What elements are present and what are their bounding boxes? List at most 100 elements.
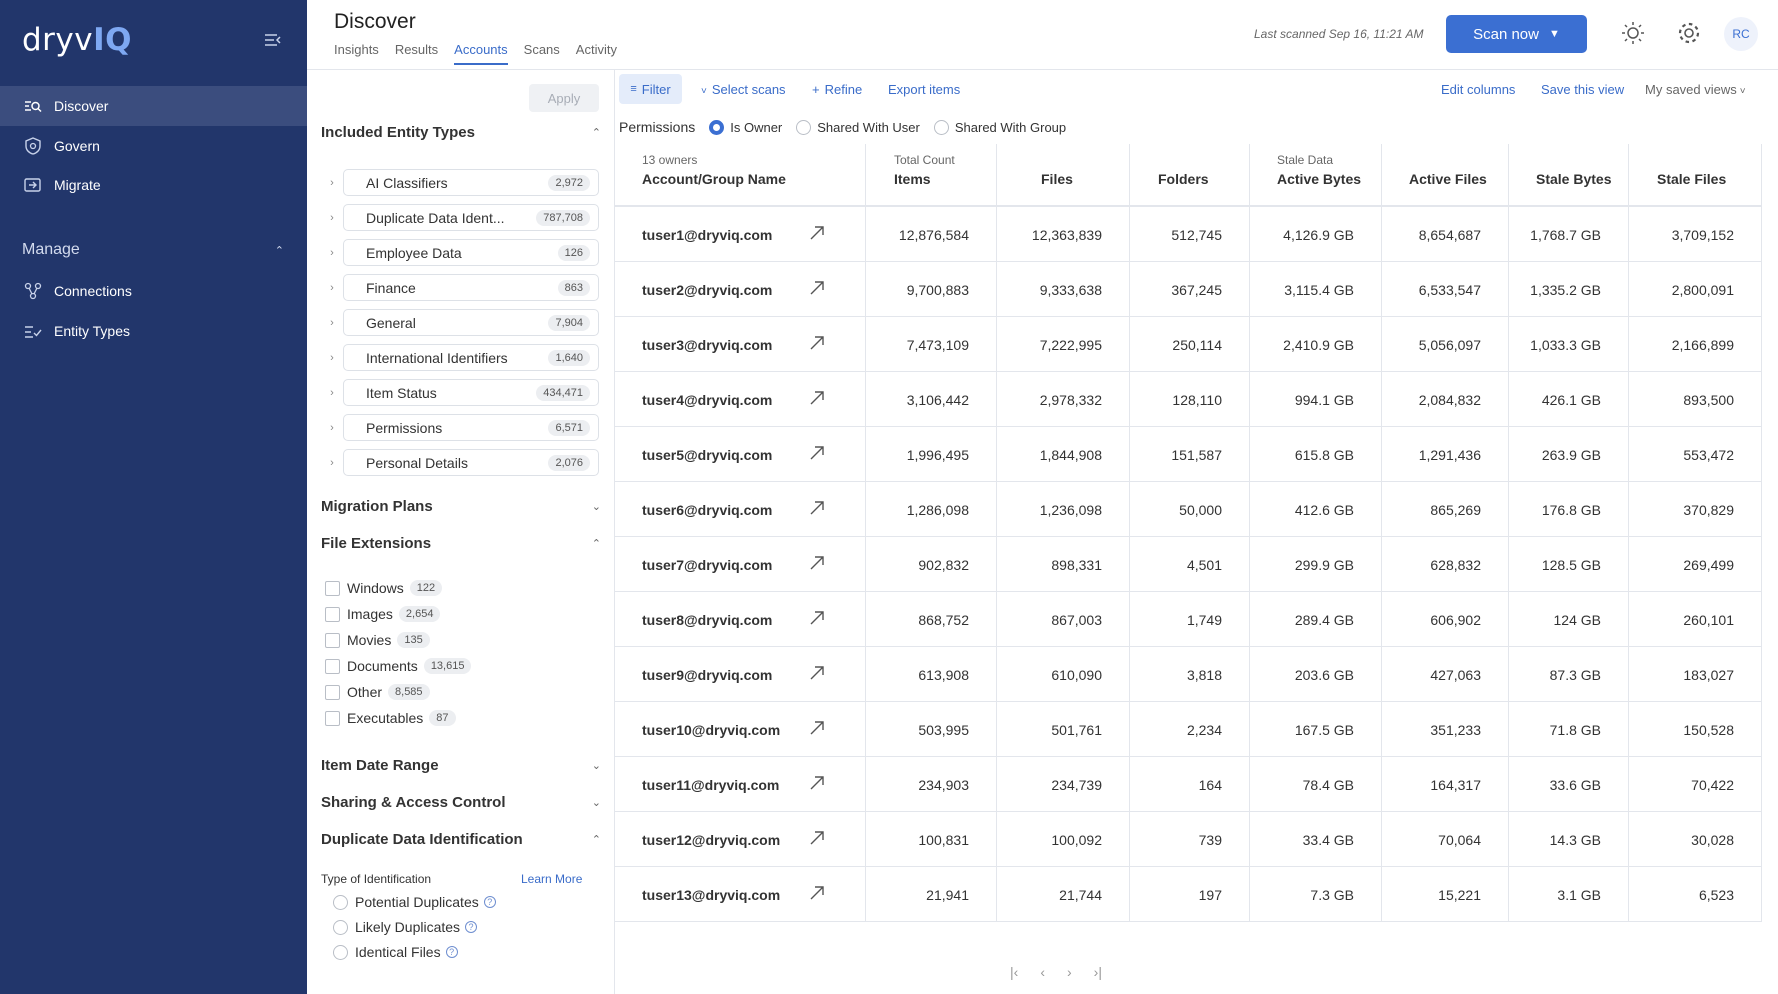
entity-type-ai-classifiers[interactable]: › AI Classifiers 2,972 bbox=[321, 169, 599, 196]
item-date-range-header[interactable]: Item Date Range ⌄ bbox=[321, 757, 601, 774]
entity-type-item-status[interactable]: › Item Status 434,471 bbox=[321, 379, 599, 406]
edit-columns-link[interactable]: Edit columns bbox=[1441, 82, 1515, 97]
learn-more-link[interactable]: Learn More bbox=[521, 872, 582, 886]
table-row[interactable]: tuser2@dryviq.com 9,700,883 9,333,638 367,2… bbox=[615, 262, 1762, 317]
entity-type-finance[interactable]: › Finance 863 bbox=[321, 274, 599, 301]
extension-other[interactable]: Other 8,585 bbox=[325, 684, 430, 700]
first-page-icon[interactable]: |‹ bbox=[1010, 964, 1018, 980]
account-name-cell[interactable]: tuser10@dryviq.com bbox=[615, 702, 865, 757]
tab-activity[interactable]: Activity bbox=[576, 42, 617, 65]
table-row[interactable]: tuser12@dryviq.com 100,831 100,092 739 33.4 … bbox=[615, 812, 1762, 867]
column-header-stale-files[interactable]: Stale Files bbox=[1628, 144, 1762, 207]
extension-images[interactable]: Images 2,654 bbox=[325, 606, 441, 622]
account-name-cell[interactable]: tuser4@dryviq.com bbox=[615, 372, 865, 427]
entity-type-international-identifiers[interactable]: › International Identifiers 1,640 bbox=[321, 344, 599, 371]
collapse-sidebar-icon[interactable] bbox=[264, 32, 282, 48]
checkbox[interactable] bbox=[325, 580, 340, 596]
entity-type-employee-data[interactable]: › Employee Data 126 bbox=[321, 239, 599, 266]
table-row[interactable]: tuser11@dryviq.com 234,903 234,739 164 78.4 … bbox=[615, 757, 1762, 812]
saved-views-dropdown[interactable]: My saved views ˅ bbox=[1645, 82, 1746, 97]
permission-is-owner[interactable]: Is Owner bbox=[709, 119, 782, 135]
option-potential-duplicates[interactable]: Potential Duplicates? bbox=[333, 894, 496, 910]
table-row[interactable]: tuser10@dryviq.com 503,995 501,761 2,234 167… bbox=[615, 702, 1762, 757]
extension-executables[interactable]: Executables 87 bbox=[325, 710, 456, 726]
account-name-cell[interactable]: tuser9@dryviq.com bbox=[615, 647, 865, 702]
checkbox[interactable] bbox=[325, 606, 340, 622]
open-external-icon[interactable] bbox=[809, 610, 825, 629]
radio[interactable] bbox=[796, 119, 812, 135]
open-external-icon[interactable] bbox=[809, 830, 825, 849]
filter-button[interactable]: ≡ Filter bbox=[619, 74, 682, 104]
radio[interactable] bbox=[333, 944, 348, 960]
account-name-cell[interactable]: tuser3@dryviq.com bbox=[615, 317, 865, 372]
entity-pill[interactable]: AI Classifiers 2,972 bbox=[343, 169, 599, 196]
open-external-icon[interactable] bbox=[809, 720, 825, 739]
column-header-items[interactable]: Total Count Items bbox=[865, 144, 996, 207]
open-external-icon[interactable] bbox=[809, 335, 825, 354]
manage-section-header[interactable]: Manage ⌃ bbox=[22, 241, 284, 259]
previous-page-icon[interactable]: ‹ bbox=[1040, 964, 1045, 980]
sidebar-item-govern[interactable]: Govern bbox=[0, 126, 307, 166]
radio-selected[interactable] bbox=[709, 119, 725, 135]
account-name-cell[interactable]: tuser1@dryviq.com bbox=[615, 207, 865, 262]
radio[interactable] bbox=[333, 919, 348, 935]
export-items-link[interactable]: Export items bbox=[888, 82, 960, 97]
scan-now-button[interactable]: Scan now ▼ bbox=[1446, 15, 1587, 53]
entity-type-personal-details[interactable]: › Personal Details 2,076 bbox=[321, 449, 599, 476]
checkbox[interactable] bbox=[325, 710, 340, 726]
sidebar-item-discover[interactable]: Discover bbox=[0, 86, 307, 126]
next-page-icon[interactable]: › bbox=[1067, 964, 1072, 980]
table-row[interactable]: tuser8@dryviq.com 868,752 867,003 1,749 289.… bbox=[615, 592, 1762, 647]
account-name-cell[interactable]: tuser8@dryviq.com bbox=[615, 592, 865, 647]
save-view-link[interactable]: Save this view bbox=[1541, 82, 1624, 97]
column-header-stale-bytes[interactable]: Stale Bytes bbox=[1508, 144, 1628, 207]
open-external-icon[interactable] bbox=[809, 775, 825, 794]
permission-shared-with-user[interactable]: Shared With User bbox=[796, 119, 920, 135]
entity-type-general[interactable]: › General 7,904 bbox=[321, 309, 599, 336]
entity-pill[interactable]: Employee Data 126 bbox=[343, 239, 599, 266]
entity-pill[interactable]: Item Status 434,471 bbox=[343, 379, 599, 406]
permission-shared-with-group[interactable]: Shared With Group bbox=[933, 119, 1066, 135]
table-row[interactable]: tuser13@dryviq.com 21,941 21,744 197 7.3 GB 1… bbox=[615, 867, 1762, 922]
chevron-right-icon[interactable]: › bbox=[321, 247, 343, 259]
checkbox[interactable] bbox=[325, 684, 340, 700]
account-name-cell[interactable]: tuser5@dryviq.com bbox=[615, 427, 865, 482]
chevron-right-icon[interactable]: › bbox=[321, 457, 343, 469]
refine-button[interactable]: + Refine bbox=[812, 82, 862, 97]
sidebar-item-connections[interactable]: Connections bbox=[0, 271, 307, 311]
sidebar-item-migrate[interactable]: Migrate bbox=[0, 165, 307, 205]
entity-pill[interactable]: Finance 863 bbox=[343, 274, 599, 301]
open-external-icon[interactable] bbox=[809, 445, 825, 464]
option-identical-files[interactable]: Identical Files? bbox=[333, 944, 458, 960]
account-name-cell[interactable]: tuser13@dryviq.com bbox=[615, 867, 865, 922]
chevron-right-icon[interactable]: › bbox=[321, 352, 343, 364]
option-likely-duplicates[interactable]: Likely Duplicates? bbox=[333, 919, 478, 935]
migration-plans-header[interactable]: Migration Plans ⌄ bbox=[321, 498, 601, 515]
account-name-cell[interactable]: tuser12@dryviq.com bbox=[615, 812, 865, 867]
extension-documents[interactable]: Documents 13,615 bbox=[325, 658, 472, 674]
sharing-access-header[interactable]: Sharing & Access Control ⌄ bbox=[321, 794, 601, 811]
help-icon[interactable]: ? bbox=[483, 896, 496, 908]
gear-icon[interactable] bbox=[1676, 20, 1702, 46]
help-icon[interactable]: ? bbox=[445, 946, 458, 958]
account-name-cell[interactable]: tuser7@dryviq.com bbox=[615, 537, 865, 592]
open-external-icon[interactable] bbox=[809, 885, 825, 904]
apply-button[interactable]: Apply bbox=[529, 84, 599, 112]
table-row[interactable]: tuser7@dryviq.com 902,832 898,331 4,501 299.… bbox=[615, 537, 1762, 592]
table-row[interactable]: tuser3@dryviq.com 7,473,109 7,222,995 250,1… bbox=[615, 317, 1762, 372]
open-external-icon[interactable] bbox=[809, 555, 825, 574]
tab-results[interactable]: Results bbox=[395, 42, 438, 65]
table-row[interactable]: tuser9@dryviq.com 613,908 610,090 3,818 203.… bbox=[615, 647, 1762, 702]
table-row[interactable]: tuser6@dryviq.com 1,286,098 1,236,098 50,00… bbox=[615, 482, 1762, 537]
checkbox[interactable] bbox=[325, 632, 340, 648]
column-header-files[interactable]: Files bbox=[996, 144, 1129, 207]
open-external-icon[interactable] bbox=[809, 390, 825, 409]
account-name-cell[interactable]: tuser11@dryviq.com bbox=[615, 757, 865, 812]
select-scans-button[interactable]: ˅ Select scans bbox=[701, 82, 786, 97]
entity-pill[interactable]: Personal Details 2,076 bbox=[343, 449, 599, 476]
column-header-active-files[interactable]: Active Files bbox=[1381, 144, 1508, 207]
open-external-icon[interactable] bbox=[809, 280, 825, 299]
last-page-icon[interactable]: ›| bbox=[1094, 964, 1102, 980]
extension-windows[interactable]: Windows 122 bbox=[325, 580, 443, 596]
account-name-cell[interactable]: tuser2@dryviq.com bbox=[615, 262, 865, 317]
